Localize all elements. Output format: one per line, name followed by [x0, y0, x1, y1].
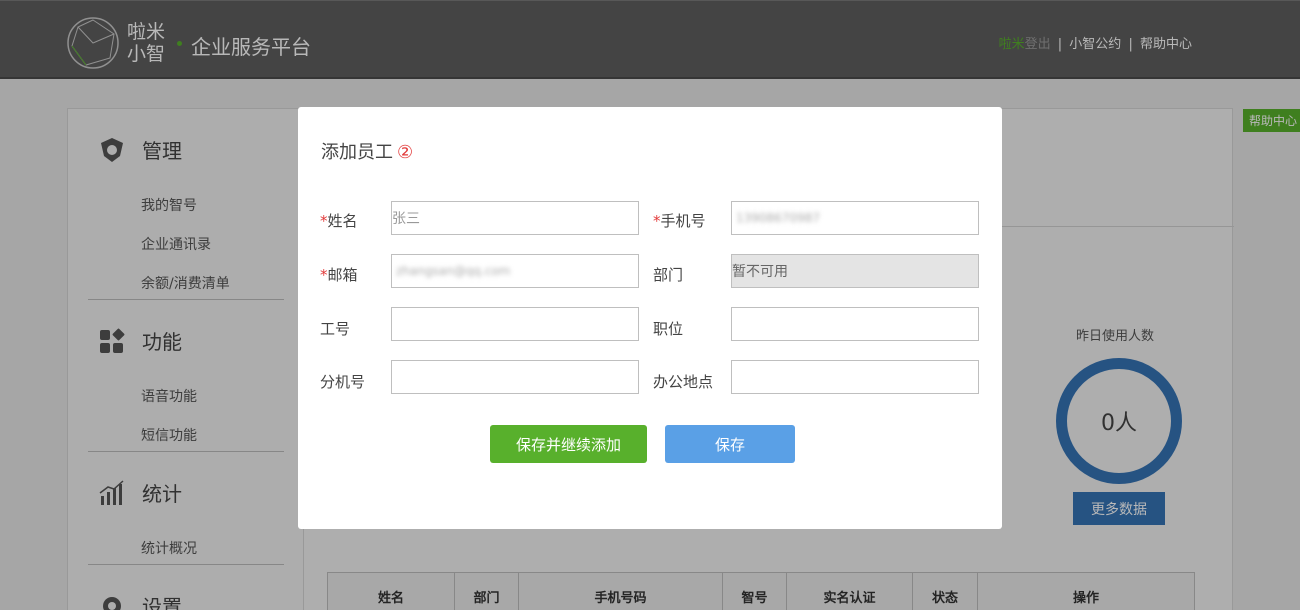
- add-employee-dialog: 添加员工 ② *姓名 张三 *手机号 13908670987 *邮箱 zhangs…: [298, 107, 1002, 529]
- save-continue-button[interactable]: 保存并继续添加: [490, 425, 647, 463]
- empno-label: 工号: [320, 320, 351, 338]
- email-input[interactable]: zhangsan@qq.com: [391, 254, 639, 288]
- phone-label: *手机号: [653, 212, 706, 230]
- office-label: 办公地点: [653, 373, 714, 391]
- dept-label: 部门: [653, 266, 684, 284]
- dept-input: 暂不可用: [731, 254, 979, 288]
- office-input[interactable]: [731, 360, 979, 394]
- phone-input[interactable]: 13908670987: [731, 201, 979, 235]
- position-label: 职位: [653, 320, 684, 338]
- name-input[interactable]: 张三: [391, 201, 639, 235]
- name-label: *姓名: [320, 212, 358, 230]
- save-button[interactable]: 保存: [665, 425, 795, 463]
- email-label: *邮箱: [320, 266, 358, 284]
- empno-input[interactable]: [391, 307, 639, 341]
- ext-input[interactable]: [391, 360, 639, 394]
- ext-label: 分机号: [320, 373, 366, 391]
- dialog-title: 添加员工 ②: [321, 142, 414, 163]
- position-input[interactable]: [731, 307, 979, 341]
